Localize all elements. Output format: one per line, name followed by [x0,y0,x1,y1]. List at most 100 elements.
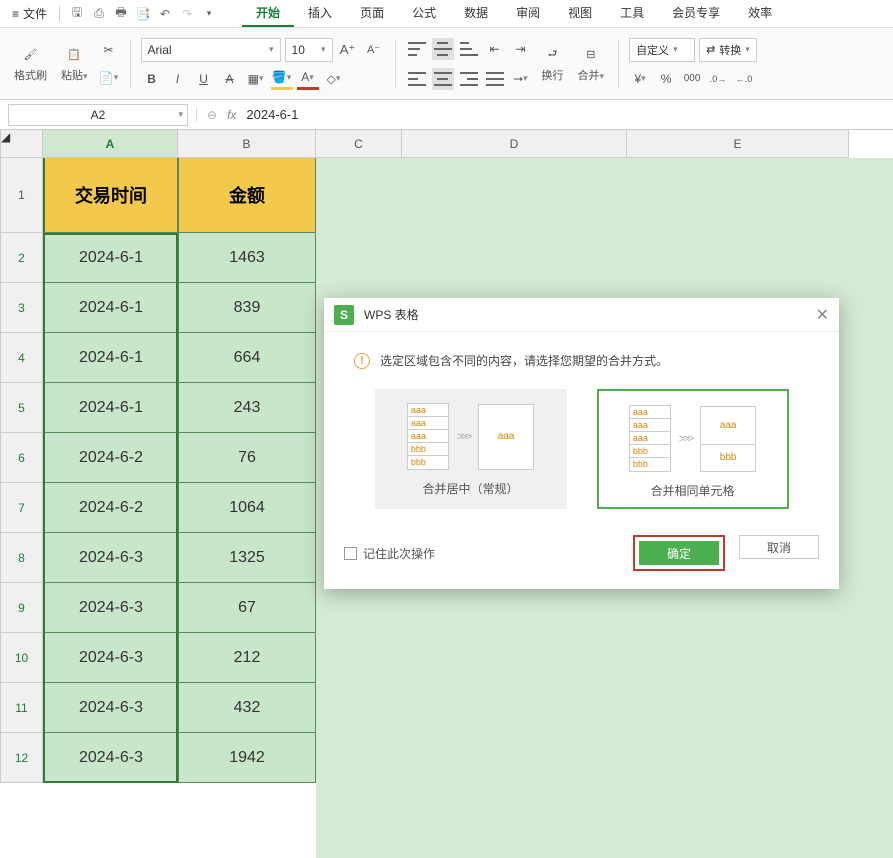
row-header[interactable]: 7 [0,483,43,533]
data-cell[interactable]: 839 [178,283,316,333]
row-header[interactable]: 12 [0,733,43,783]
data-cell[interactable]: 2024-6-1 [43,283,178,333]
header-cell[interactable]: 金额 [178,158,316,233]
file-menu[interactable]: ≡ 文件 [8,5,51,22]
data-cell[interactable]: 432 [178,683,316,733]
row-header[interactable]: 9 [0,583,43,633]
merge-option-center[interactable]: aaaaaaaaabbbbbb >>> aaa 合并居中（常规） [375,389,567,509]
orientation-icon[interactable]: ⭢▾ [510,68,532,90]
align-top-icon[interactable] [406,38,428,60]
font-color-icon[interactable]: A▾ [297,68,319,90]
font-name-select[interactable]: Arial▾ [141,38,281,62]
increase-decimal-icon[interactable]: .0→ [707,68,729,90]
tab-page[interactable]: 页面 [346,0,398,27]
align-right-icon[interactable] [458,68,480,90]
row-header[interactable]: 1 [0,158,43,233]
data-cell[interactable]: 2024-6-3 [43,683,178,733]
tab-view[interactable]: 视图 [554,0,606,27]
close-icon[interactable]: ✕ [816,305,829,325]
convert-button[interactable]: ⇄ 转换▾ [699,38,757,62]
currency-icon[interactable]: ¥▾ [629,68,651,90]
column-header-c[interactable]: C [316,130,402,158]
comma-icon[interactable]: 000 [681,68,703,90]
data-cell[interactable]: 2024-6-1 [43,233,178,283]
tab-review[interactable]: 审阅 [502,0,554,27]
name-box[interactable]: A2 ▾ [8,104,188,126]
data-cell[interactable]: 76 [178,433,316,483]
data-cell[interactable]: 2024-6-3 [43,583,178,633]
number-format-select[interactable]: 自定义▾ [629,38,695,62]
tab-efficiency[interactable]: 效率 [734,0,786,27]
column-header-b[interactable]: B [178,130,316,158]
tab-tools[interactable]: 工具 [606,0,658,27]
align-middle-icon[interactable] [432,38,454,60]
highlight-icon[interactable]: ◇▾ [323,68,345,90]
merge-button[interactable]: ⊟ 合并▾ [574,43,609,85]
data-cell[interactable]: 2024-6-1 [43,333,178,383]
tab-start[interactable]: 开始 [242,0,294,27]
data-cell[interactable]: 2024-6-3 [43,633,178,683]
dialog-titlebar[interactable]: S WPS 表格 ✕ [324,298,839,332]
fill-color-icon[interactable]: 🪣▾ [271,68,293,90]
justify-icon[interactable] [484,68,506,90]
column-header-e[interactable]: E [627,130,849,158]
copy-icon[interactable]: 📄▾ [98,67,120,89]
dropdown-icon[interactable]: ▾ [200,5,218,23]
save-icon[interactable]: 🖫 [68,5,86,23]
row-header[interactable]: 3 [0,283,43,333]
select-all-corner[interactable]: ◢ [0,130,43,158]
row-header[interactable]: 6 [0,433,43,483]
underline-icon[interactable]: U [193,68,215,90]
data-cell[interactable]: 2024-6-1 [43,383,178,433]
bold-icon[interactable]: B [141,68,163,90]
align-bottom-icon[interactable] [458,38,480,60]
decrease-font-icon[interactable]: A⁻ [363,39,385,61]
data-cell[interactable]: 2024-6-3 [43,533,178,583]
merge-option-same[interactable]: aaaaaaaaabbbbbb >>> aaa bbb 合并相同单元格 [597,389,789,509]
increase-font-icon[interactable]: A⁺ [337,39,359,61]
row-header[interactable]: 11 [0,683,43,733]
cancel-formula-icon[interactable]: ⊖ [207,108,217,122]
formula-input[interactable] [246,107,883,122]
row-header[interactable]: 2 [0,233,43,283]
row-header[interactable]: 10 [0,633,43,683]
wrap-text-button[interactable]: ⮐ 换行 [538,43,568,85]
row-header[interactable]: 8 [0,533,43,583]
strikethrough-icon[interactable]: A [219,68,241,90]
fx-icon[interactable]: fx [227,108,236,122]
data-cell[interactable]: 67 [178,583,316,633]
tab-insert[interactable]: 插入 [294,0,346,27]
ok-button[interactable]: 确定 [639,541,719,565]
cancel-button[interactable]: 取消 [739,535,819,559]
tab-data[interactable]: 数据 [450,0,502,27]
cell-grid[interactable]: 交易时间 金额 2024-6-11463 2024-6-1839 2024-6-… [43,158,316,783]
column-header-a[interactable]: A [43,130,178,158]
align-center-icon[interactable] [432,68,454,90]
data-cell[interactable]: 2024-6-2 [43,483,178,533]
data-cell[interactable]: 243 [178,383,316,433]
row-header[interactable]: 4 [0,333,43,383]
italic-icon[interactable]: I [167,68,189,90]
align-left-icon[interactable] [406,68,428,90]
data-cell[interactable]: 2024-6-3 [43,733,178,783]
tab-member[interactable]: 会员专享 [658,0,734,27]
decrease-indent-icon[interactable]: ⇤ [484,38,506,60]
print-preview-icon[interactable]: ⎙ [90,5,108,23]
decrease-decimal-icon[interactable]: ←.0 [733,68,755,90]
percent-icon[interactable]: % [655,68,677,90]
undo-icon[interactable]: ↶ [156,5,174,23]
column-header-d[interactable]: D [402,130,627,158]
remember-checkbox[interactable]: 记住此次操作 [344,545,435,562]
data-cell[interactable]: 1064 [178,483,316,533]
increase-indent-icon[interactable]: ⇥ [510,38,532,60]
cut-icon[interactable]: 📑 [134,5,152,23]
scissors-icon[interactable]: ✂ [98,39,120,61]
border-icon[interactable]: ▦▾ [245,68,267,90]
data-cell[interactable]: 1942 [178,733,316,783]
format-painter-button[interactable]: 🖌 格式刷 [10,43,51,85]
row-header[interactable]: 5 [0,383,43,433]
font-size-select[interactable]: 10▾ [285,38,333,62]
data-cell[interactable]: 1325 [178,533,316,583]
redo-icon[interactable]: ↷ [178,5,196,23]
data-cell[interactable]: 2024-6-2 [43,433,178,483]
